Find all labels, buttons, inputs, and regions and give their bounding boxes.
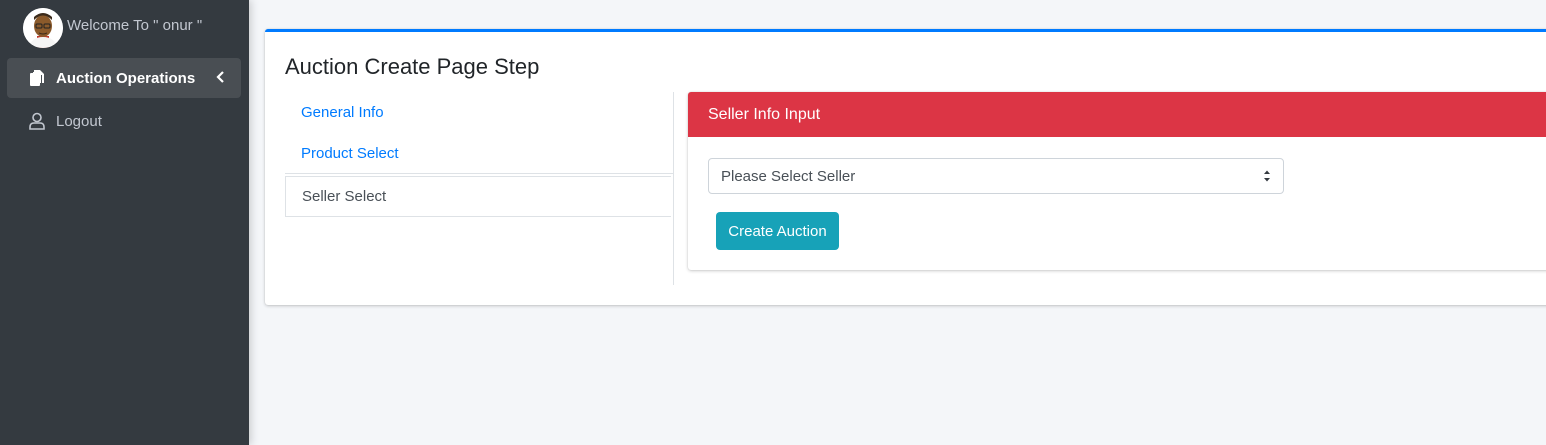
tab-seller-select[interactable]: Seller Select — [285, 176, 671, 217]
sidebar-item-label: Auction Operations — [56, 69, 196, 87]
sidebar-item-auction-operations[interactable]: Auction Operations — [7, 58, 241, 98]
tab-general-info[interactable]: General Info — [285, 92, 672, 132]
sidebar-item-label: Logout — [56, 112, 102, 130]
step-list: General Info Product Select Seller Selec… — [285, 92, 674, 285]
seller-select[interactable]: Please Select Seller — [708, 158, 1284, 194]
chevron-left-icon — [216, 70, 226, 88]
copy-icon — [27, 68, 47, 88]
welcome-text: Welcome To " onur " — [67, 16, 203, 34]
user-panel: Welcome To " onur " — [23, 8, 202, 48]
page-title: Auction Create Page Step — [285, 54, 540, 79]
sidebar-item-logout[interactable]: Logout — [7, 101, 241, 141]
seller-info-card: Seller Info Input Please Select Seller C… — [688, 92, 1546, 270]
tab-product-select[interactable]: Product Select — [285, 134, 673, 174]
user-icon — [27, 111, 47, 131]
sort-arrows-icon — [1263, 169, 1271, 187]
create-auction-button[interactable]: Create Auction — [716, 212, 839, 250]
seller-info-header: Seller Info Input — [688, 92, 1546, 137]
sidebar: Welcome To " onur " Auction Operations L… — [0, 0, 249, 445]
seller-select-value: Please Select Seller — [721, 167, 856, 185]
auction-create-card: Auction Create Page Step General Info Pr… — [265, 29, 1546, 305]
user-avatar-icon[interactable] — [23, 8, 63, 48]
